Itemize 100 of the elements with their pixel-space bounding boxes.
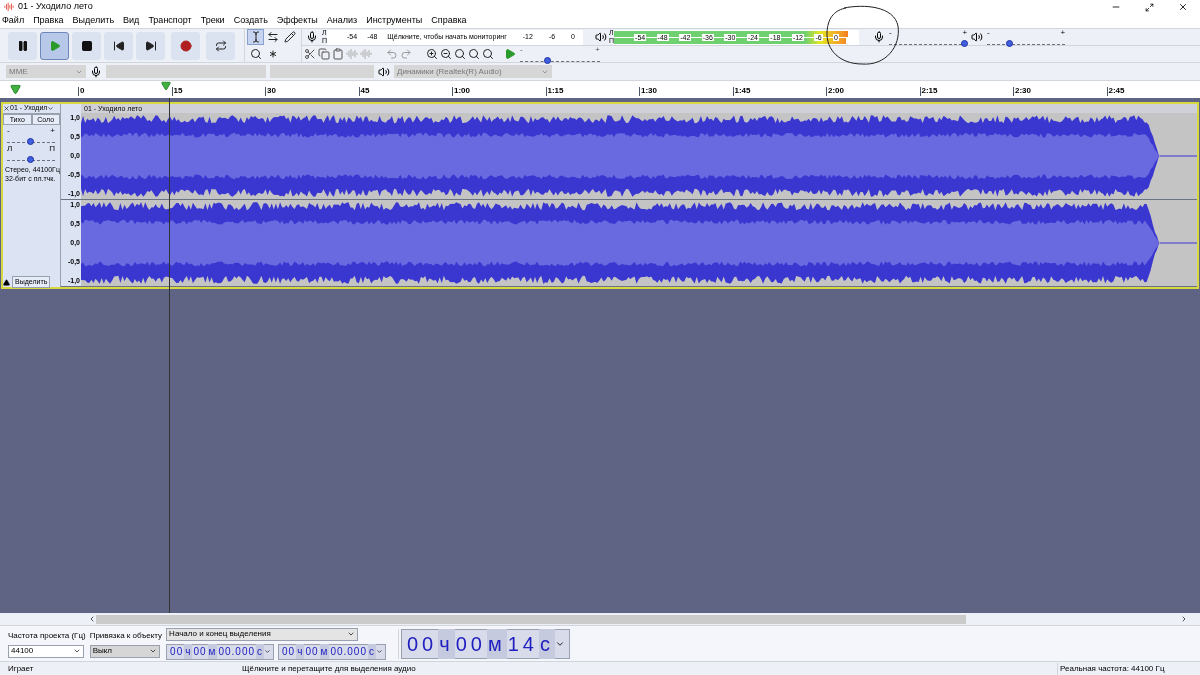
loop-button[interactable] [206,31,235,60]
slider-thumb[interactable] [960,40,968,47]
paste-icon[interactable] [332,48,344,60]
dropdown-icon[interactable] [376,648,383,655]
selection-mode-dropdown[interactable]: Начало и конец выделения [166,627,359,641]
envelope-icon [266,31,279,43]
microphone-icon [873,31,886,43]
select-tool-button[interactable] [247,29,264,45]
record-button[interactable] [171,31,200,60]
slider-min-label: - [7,127,10,135]
copy-icon[interactable] [318,48,330,60]
menu-item[interactable]: Создать [233,14,268,28]
project-rate-label: Частота проекта (Гц) [8,629,86,642]
zoom-in-icon[interactable] [426,48,438,60]
microphone-icon [306,31,318,43]
stop-button[interactable] [72,31,101,60]
start-button[interactable] [104,31,133,60]
ruler-label: 1:15 [547,85,564,97]
slider-max-label: + [962,29,968,37]
fit-selection-icon[interactable] [454,48,466,60]
restore-icon[interactable] [1145,2,1154,12]
pencil-icon [284,31,297,43]
skip-forward-icon [144,39,157,52]
slider-thumb[interactable] [1006,40,1014,47]
slider-max-label: + [595,46,600,54]
selection-end-field[interactable]: 00 ч 00 м 00.000 с [278,643,386,660]
speaker-icon [378,65,390,78]
time-unit: ч [184,644,193,659]
time-unit: ч [438,628,455,659]
slider-min-label: Л [7,145,13,153]
ruler-label: 45 [360,85,370,97]
time-digits: 14 [506,631,539,657]
ruler-label: 2:00 [828,85,844,97]
scroll-left-icon[interactable] [88,615,96,623]
dropdown-icon[interactable] [264,648,272,655]
status-hint: Щёлкните и перетащите для выделения аудио [242,662,417,675]
time-unit: с [368,644,376,659]
close-track-icon[interactable] [3,105,10,112]
ruler-label: 1:30 [641,85,657,97]
app-icon [4,2,14,12]
slider-min-label: - [520,46,523,54]
scroll-right-icon[interactable] [1180,615,1188,623]
time-unit: м [319,644,330,659]
pause-button[interactable] [8,31,37,60]
cut-icon[interactable] [304,48,316,60]
menu-item[interactable]: Файл [2,14,25,28]
actual-rate-text: Реальная частота: 44100 Гц [1057,662,1192,675]
menu-item[interactable]: Анализ [326,14,358,28]
end-button[interactable] [136,31,165,60]
menu-item[interactable]: Треки [200,14,225,28]
play-icon [48,39,61,52]
record-icon [179,39,192,52]
play-at-speed-icon[interactable] [504,48,516,60]
window-title: 01 - Уходило лето [18,0,94,14]
time-digits: 00 [454,631,487,657]
playhead-icon[interactable] [160,81,171,91]
stop-icon [80,39,93,52]
microphone-icon [90,65,102,78]
horizontal-scrollbar[interactable] [0,613,1200,625]
play-marker-icon[interactable] [10,84,21,95]
ruler-label: 1:00 [454,85,470,97]
menu-item[interactable]: Эффекты [276,14,318,28]
loop-icon [214,39,227,52]
zoom-toggle-icon[interactable] [482,48,494,60]
slider-max-label: + [50,127,55,135]
fit-project-icon[interactable] [468,48,480,60]
time-unit: с [256,644,265,659]
draw-tool-button[interactable] [281,29,299,45]
slider-max-label: + [1060,29,1066,37]
time-display[interactable]: 00 ч 00 м 14 с [401,628,570,659]
menu-item[interactable]: Выделить [72,14,115,28]
time-unit: м [486,628,507,659]
time-digits: 00 [192,645,208,659]
menu-item[interactable]: Транспорт [148,14,192,28]
time-digits: 00 [169,645,185,659]
time-digits: 00.000 [329,645,368,659]
time-unit: м [207,644,218,659]
slider-thumb[interactable] [27,138,34,145]
ruler-label: 2:30 [1015,85,1031,97]
ruler-label: 0 [80,85,85,97]
speaker-icon [595,31,608,43]
status-text: Играет [8,662,35,675]
selection-start-field[interactable]: 00 ч 00 м 00.000 с [166,643,275,660]
ruler-label: 2:45 [1108,85,1125,97]
menu-item[interactable]: Правка [33,14,64,28]
project-rate-dropdown[interactable]: 44100 [8,644,84,658]
time-digits: 00 [281,645,297,659]
zoom-icon [249,47,262,60]
scrollbar-thumb[interactable] [96,614,966,624]
close-icon[interactable] [1178,2,1188,12]
slider-thumb[interactable] [27,156,34,163]
time-digits: 00 [406,631,439,657]
time-unit: с [538,628,555,659]
menu-item[interactable]: Вид [123,14,140,28]
slider-min-label: - [987,29,990,37]
menu-item[interactable]: Справка [431,14,467,28]
menu-item[interactable]: Инструменты [366,14,423,28]
snap-dropdown[interactable]: Выкл [89,644,160,658]
zoom-out-icon[interactable] [440,48,452,60]
collapse-icon[interactable] [3,278,10,286]
